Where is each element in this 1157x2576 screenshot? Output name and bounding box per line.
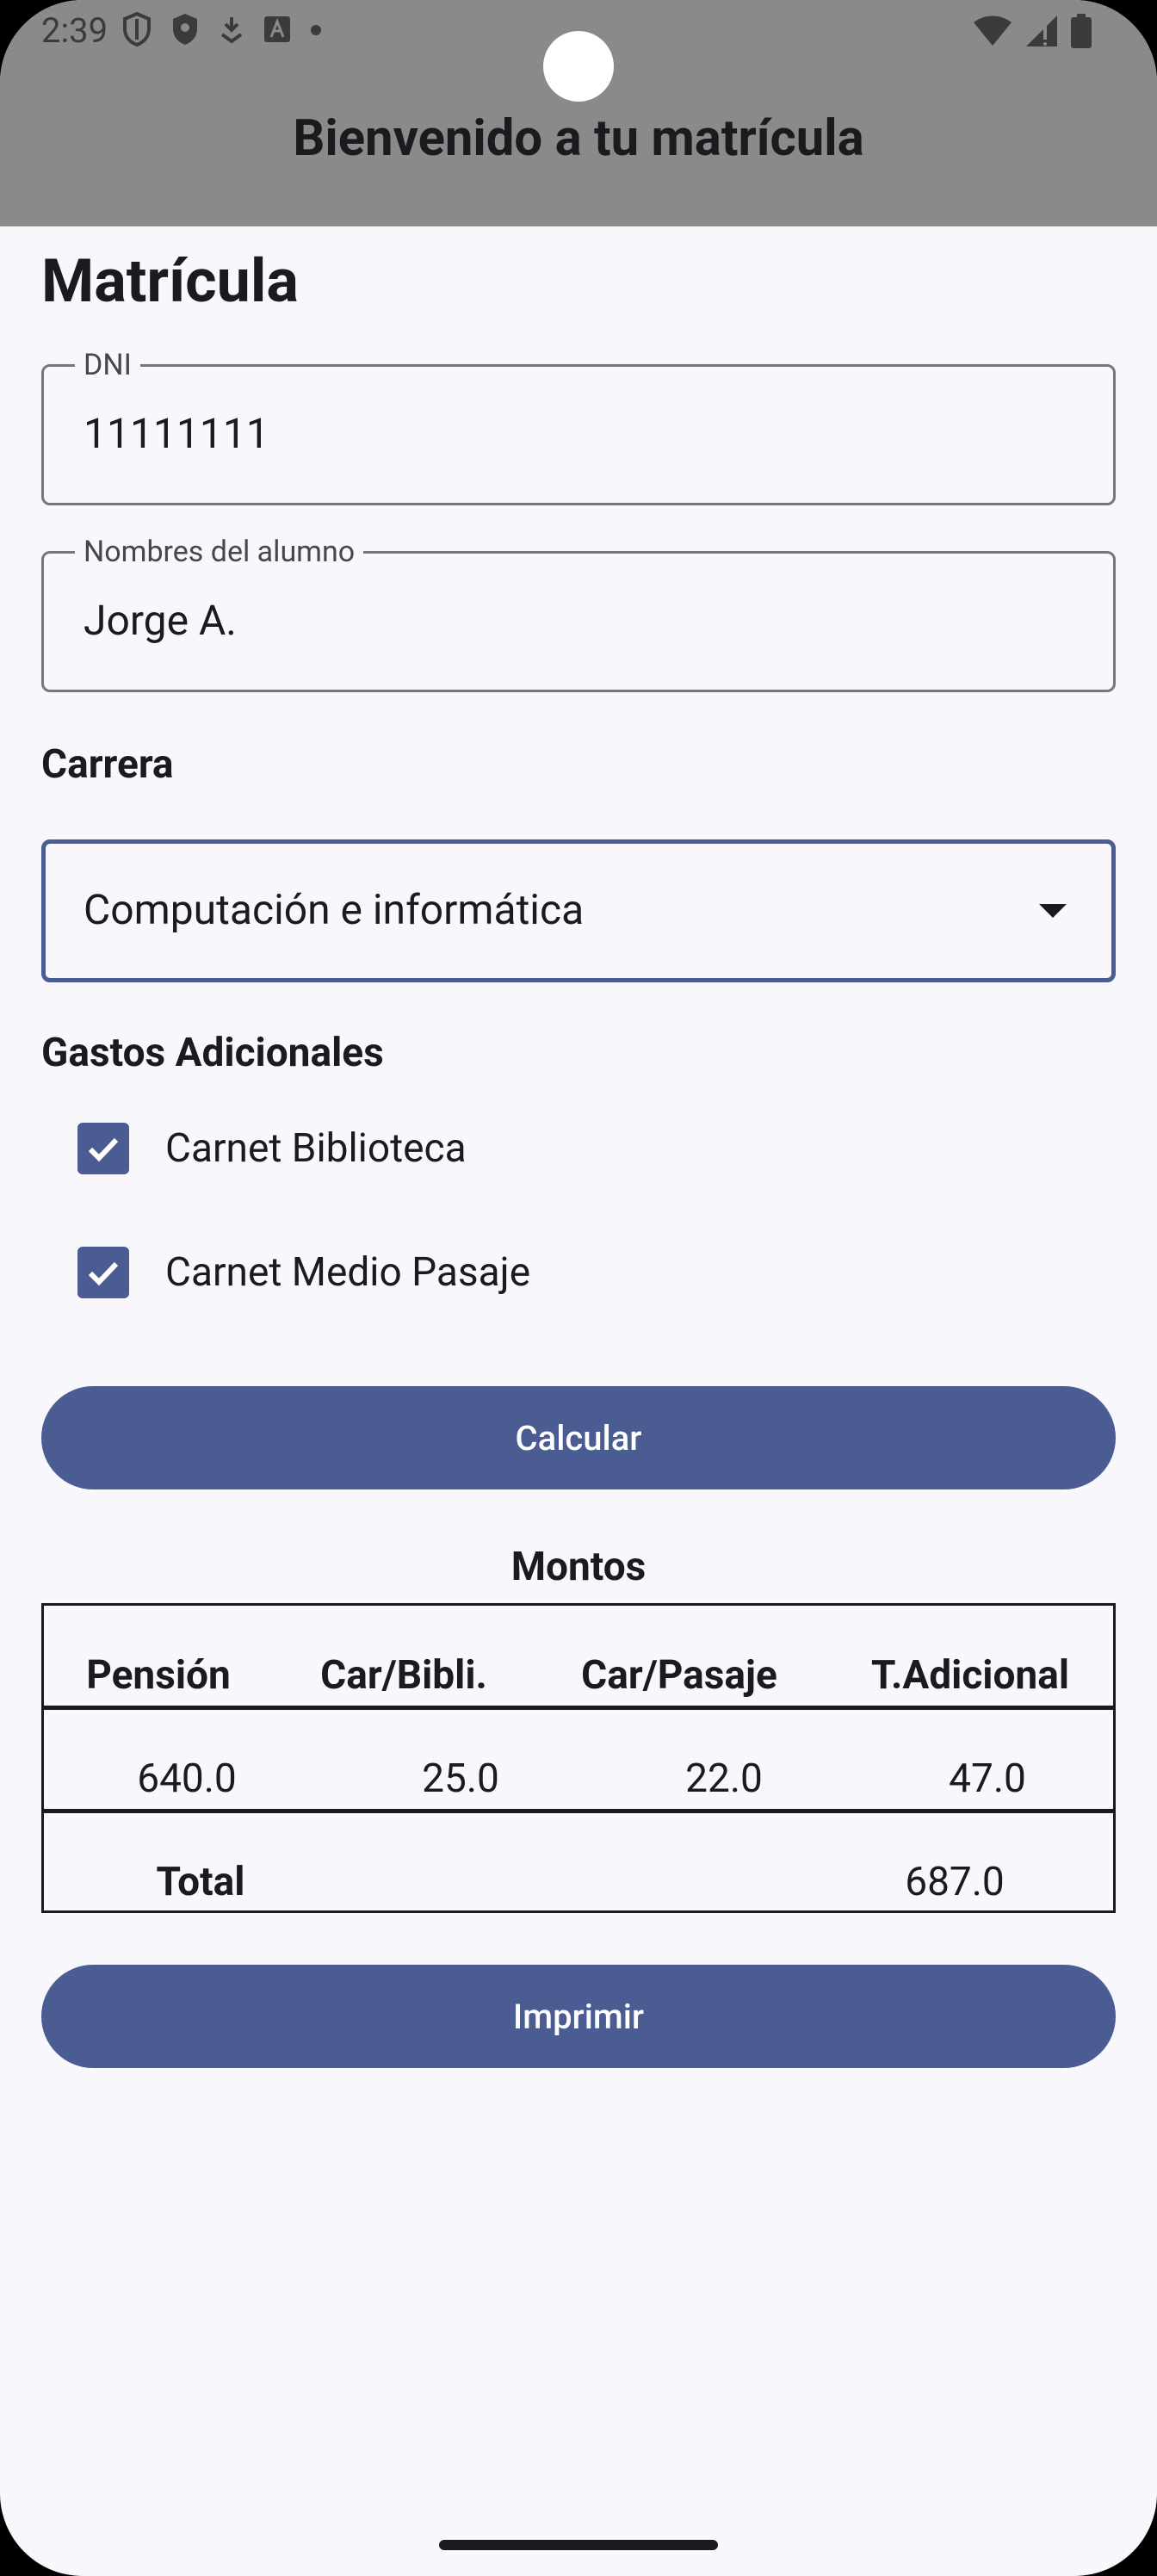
- download-badge-icon: [219, 14, 244, 48]
- camera-cutout: [543, 31, 614, 102]
- dni-field-value[interactable]: 11111111: [84, 408, 269, 460]
- value-transport: 22.0: [685, 1756, 763, 1802]
- value-pension: 640.0: [137, 1756, 237, 1802]
- calculate-button[interactable]: Calcular: [41, 1386, 1116, 1489]
- career-dropdown[interactable]: Computación e informática: [41, 839, 1116, 982]
- page-title: Matrícula: [41, 246, 299, 317]
- battery-icon: [1071, 14, 1092, 52]
- table-header-row: Pensión Car/Bibli. Car/Pasaje T.Adiciona…: [44, 1606, 1113, 1707]
- library-card-label: Carnet Biblioteca: [165, 1125, 467, 1172]
- status-system-icons: [973, 14, 1092, 52]
- amounts-title: Montos: [510, 1544, 647, 1590]
- checkbox-row-transport[interactable]: Carnet Medio Pasaje: [77, 1245, 530, 1300]
- student-name-field-label: Nombres del alumno: [75, 535, 364, 569]
- home-indicator[interactable]: [439, 2540, 718, 2550]
- header-pension: Pensión: [86, 1652, 231, 1699]
- checkmark-icon: [88, 1137, 119, 1162]
- shield-filled-icon: [170, 12, 200, 50]
- library-card-checkbox[interactable]: [77, 1123, 129, 1174]
- career-dropdown-value: Computación e informática: [84, 885, 585, 934]
- checkbox-row-library[interactable]: Carnet Biblioteca: [77, 1121, 467, 1176]
- student-name-field[interactable]: Nombres del alumno Jorge A.: [41, 535, 1116, 692]
- total-value: 687.0: [905, 1859, 1005, 1905]
- career-label: Carrera: [41, 741, 174, 788]
- header-library: Car/Bibli.: [320, 1652, 487, 1699]
- shield-outline-icon: [122, 11, 152, 50]
- dropdown-arrow-icon[interactable]: [1039, 904, 1067, 918]
- student-name-field-value[interactable]: Jorge A.: [84, 595, 237, 647]
- signal-icon: [1024, 14, 1059, 52]
- dni-field-label: DNI: [75, 348, 140, 382]
- dni-field[interactable]: DNI 11111111: [41, 348, 1116, 505]
- transport-card-checkbox[interactable]: [77, 1247, 129, 1298]
- extras-label: Gastos Adicionales: [41, 1030, 384, 1076]
- total-label: Total: [156, 1859, 245, 1905]
- header-additional: T.Adicional: [871, 1652, 1069, 1699]
- table-total-row: Total 687.0: [44, 1812, 1113, 1914]
- print-button[interactable]: Imprimir: [41, 1965, 1116, 2068]
- value-library: 25.0: [422, 1756, 499, 1802]
- dot-icon: [310, 23, 322, 40]
- table-row: 640.0 25.0 22.0 47.0: [44, 1709, 1113, 1811]
- app-bar: 2:39 Bienvenido a tu matrícula: [0, 0, 1157, 226]
- value-additional: 47.0: [949, 1756, 1026, 1802]
- checkmark-icon: [88, 1261, 119, 1286]
- app-bar-title: Bienvenido a tu matrícula: [293, 109, 864, 168]
- status-notification-icons: [122, 11, 322, 50]
- transport-card-label: Carnet Medio Pasaje: [165, 1249, 531, 1296]
- phone-screen: 2:39 Bienvenido a tu matrícula Matrícula…: [0, 0, 1157, 2576]
- wifi-icon: [973, 15, 1012, 50]
- amounts-table: Pensión Car/Bibli. Car/Pasaje T.Adiciona…: [41, 1603, 1116, 1913]
- font-a-icon: [263, 15, 291, 46]
- status-time: 2:39: [41, 10, 108, 51]
- header-transport: Car/Pasaje: [581, 1652, 777, 1699]
